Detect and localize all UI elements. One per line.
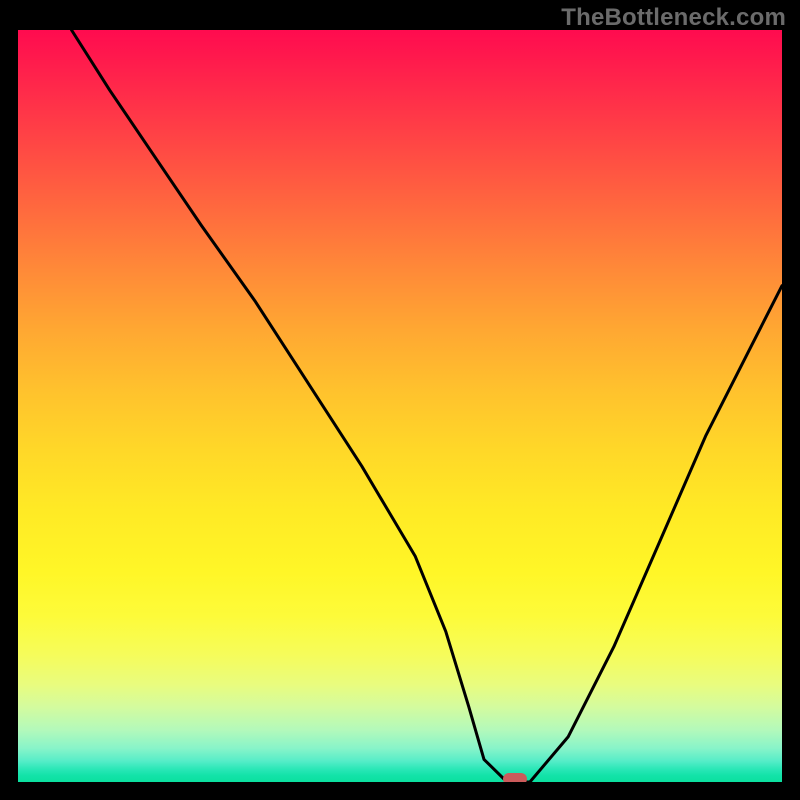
curve-svg — [18, 30, 782, 782]
bottleneck-curve — [72, 30, 783, 782]
watermark-text: TheBottleneck.com — [561, 4, 786, 32]
optimal-marker — [503, 773, 527, 782]
plot-area — [18, 30, 782, 782]
chart-container: TheBottleneck.com — [0, 0, 800, 800]
